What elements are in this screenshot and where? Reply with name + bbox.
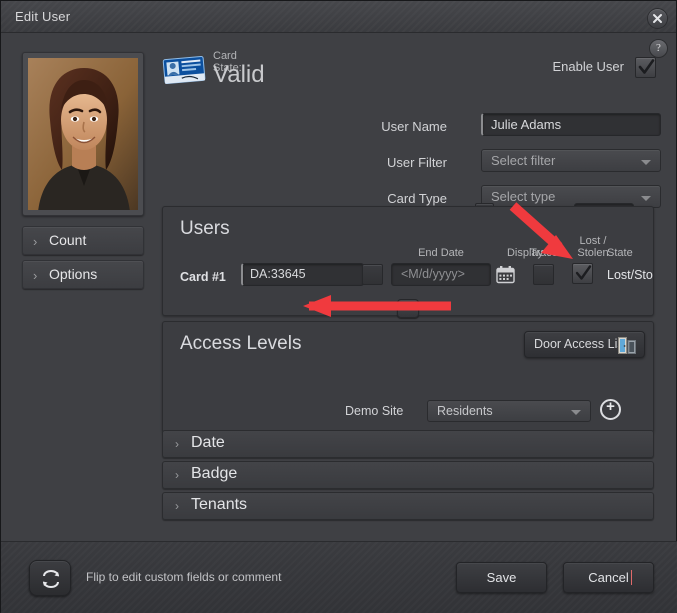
user-filter-select[interactable]: Select filter: [481, 149, 661, 172]
plus-icon: +: [403, 298, 413, 315]
field-user-filter: User Filter Select filter: [371, 149, 661, 179]
cancel-button[interactable]: Cancel: [563, 562, 654, 593]
window-title: Edit User: [15, 9, 71, 24]
card-state-value: Valid: [213, 61, 265, 88]
end-date-input[interactable]: <M/d/yyyy>: [391, 263, 491, 286]
trace-checkbox[interactable]: [533, 264, 554, 285]
user-name-label: User Name: [381, 119, 447, 134]
column-header-state: State: [607, 247, 633, 259]
checkmark-icon: [638, 59, 655, 74]
access-level-row: Demo Site Residents +: [163, 398, 653, 424]
card-type-value: Select type: [491, 189, 556, 204]
section-date-label: Date: [191, 434, 225, 451]
user-name-input[interactable]: Julie Adams: [481, 113, 661, 136]
display-checkbox[interactable]: [362, 264, 383, 285]
edit-user-dialog: Edit User › Count › Options Card State: …: [0, 0, 677, 613]
chevron-right-icon: ›: [33, 234, 38, 249]
lost-stolen-checkbox[interactable]: [572, 263, 593, 284]
add-access-level-button[interactable]: +: [600, 398, 621, 420]
card-number-label: Card #1: [180, 270, 226, 284]
sidebar-item-options-label: Options: [49, 266, 98, 282]
card-state-cell: Lost/Sto: [607, 268, 653, 282]
flip-button[interactable]: [29, 560, 71, 596]
table-row: Card #1 DA:33645 <M/d/yyyy> Lost/Sto: [163, 263, 653, 291]
field-user-name: User Name Julie Adams: [371, 113, 661, 143]
portrait-image: [28, 58, 138, 210]
door-access-list-button[interactable]: Door Access List: [524, 331, 645, 358]
chevron-right-icon: ›: [33, 268, 38, 283]
site-label: Demo Site: [345, 404, 404, 418]
access-level-value: Residents: [437, 404, 493, 418]
user-photo-frame[interactable]: [22, 52, 144, 216]
close-button[interactable]: [647, 8, 668, 29]
enable-user-row: Enable User: [552, 57, 656, 78]
section-tenants-label: Tenants: [191, 496, 248, 513]
door-icon: [618, 337, 636, 354]
checkmark-icon: [575, 265, 592, 280]
add-card-button[interactable]: +: [397, 298, 419, 318]
flip-hint-text: Flip to edit custom fields or comment: [86, 570, 282, 584]
card-number-input[interactable]: DA:33645: [241, 263, 364, 286]
column-header-trace: Trace: [530, 247, 558, 259]
save-button[interactable]: Save: [456, 562, 547, 593]
section-badge-label: Badge: [191, 465, 238, 482]
help-icon[interactable]: ?: [649, 39, 668, 58]
enable-user-checkbox[interactable]: [635, 57, 656, 78]
access-level-select[interactable]: Residents: [427, 400, 591, 422]
users-panel-title: Users: [180, 218, 230, 239]
user-filter-value: Select filter: [491, 153, 556, 168]
column-header-lost-stolen-line1: Lost /: [579, 235, 607, 247]
dialog-body: › Count › Options Card State: Valid ? En…: [1, 33, 677, 541]
calendar-icon[interactable]: [496, 265, 515, 284]
access-levels-title: Access Levels: [180, 333, 302, 354]
user-filter-label: User Filter: [387, 155, 447, 170]
section-date[interactable]: › Date: [162, 430, 654, 458]
plus-icon: +: [606, 398, 615, 415]
user-photo: [28, 58, 138, 210]
section-tenants[interactable]: › Tenants: [162, 492, 654, 520]
users-panel: Users Display End Date Trace Lost / Stol…: [162, 206, 654, 318]
column-header-end-date: End Date: [418, 247, 464, 259]
title-bar: Edit User: [1, 1, 676, 33]
chevron-down-icon: [641, 196, 651, 201]
sidebar-item-count-label: Count: [49, 232, 87, 248]
section-badge[interactable]: › Badge: [162, 461, 654, 489]
door-access-list-label: Door Access List: [534, 337, 628, 351]
sidebar-item-count[interactable]: › Count: [22, 226, 144, 255]
enable-user-label: Enable User: [552, 59, 624, 74]
close-icon: [653, 14, 662, 23]
dialog-footer: Flip to edit custom fields or comment Sa…: [1, 541, 677, 613]
chevron-right-icon: ›: [175, 437, 179, 451]
chevron-right-icon: ›: [175, 468, 179, 482]
id-card-icon: [162, 55, 206, 85]
access-levels-panel: Access Levels Door Access List Demo Site…: [162, 321, 654, 433]
sidebar-item-options[interactable]: › Options: [22, 260, 144, 289]
chevron-down-icon: [571, 410, 581, 415]
flip-icon: [43, 570, 59, 588]
chevron-down-icon: [641, 160, 651, 165]
chevron-right-icon: ›: [175, 499, 179, 513]
